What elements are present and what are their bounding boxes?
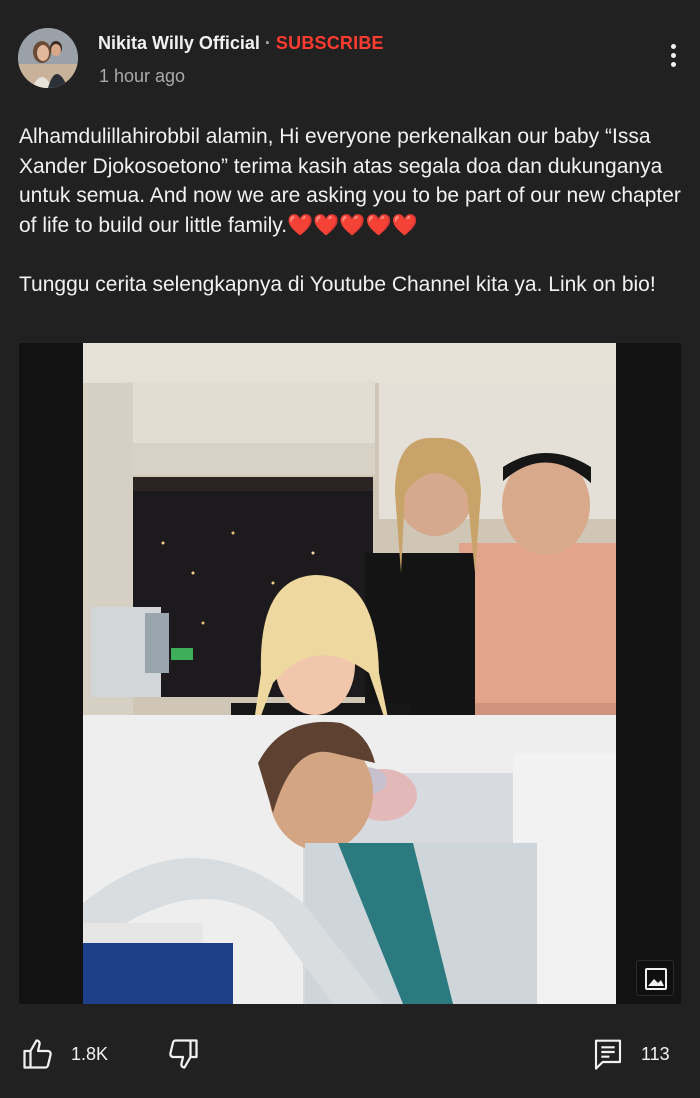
like-count: 1.8K [71,1044,109,1064]
separator: · [264,33,271,53]
post-time: 1 hour ago [99,66,186,86]
thumbs-down-icon[interactable] [165,1036,201,1072]
comment-count: 113 [641,1044,670,1064]
channel-name[interactable]: Nikita Willy Official [98,33,260,53]
post-image-container[interactable] [19,343,681,1004]
post-body: Alhamdulillahirobbil alamin, Hi everyone… [19,122,685,299]
avatar-image [18,28,78,88]
action-bar: 1.8K 113 [0,1022,700,1086]
post-paragraph-2: Tunggu cerita selengkapnya di Youtube Ch… [19,272,656,296]
post-header: Nikita Willy Official · SUBSCRIBE 1 hour… [0,0,700,110]
post-paragraph-1: Alhamdulillahirobbil alamin, Hi everyone… [19,122,685,240]
more-vert-icon[interactable] [661,40,685,80]
image-icon[interactable] [636,960,674,996]
post-photo [83,343,616,1004]
channel-line: Nikita Willy Official · SUBSCRIBE [98,33,384,54]
hearts-emoji: ❤️❤️❤️❤️❤️ [287,213,418,237]
subscribe-button[interactable]: SUBSCRIBE [276,33,384,53]
channel-avatar[interactable] [18,28,78,88]
thumbs-up-icon[interactable] [20,1036,56,1072]
comment-icon[interactable] [592,1036,624,1072]
